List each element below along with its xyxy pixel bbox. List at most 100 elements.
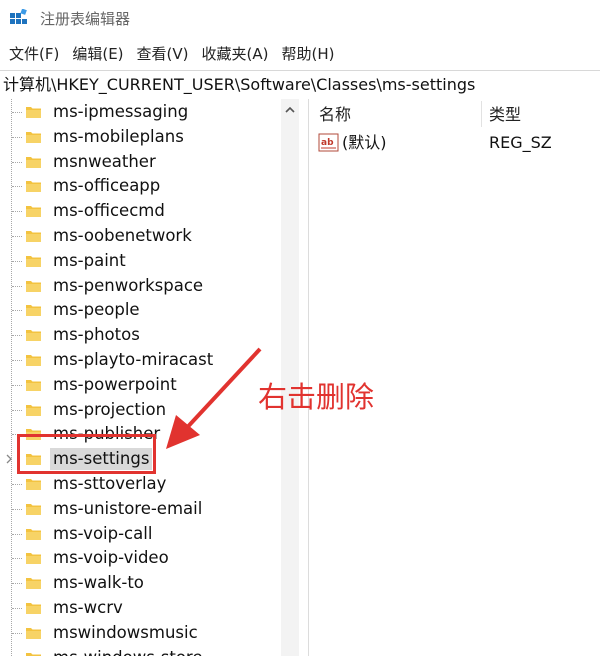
folder-icon — [26, 627, 41, 639]
folder-icon — [26, 379, 41, 391]
tree-item-label: ms-voip-call — [53, 523, 153, 543]
menu-bar: 文件(F) 编辑(E) 查看(V) 收藏夹(A) 帮助(H) — [0, 38, 600, 70]
tree-connector — [12, 112, 22, 113]
title-bar: 注册表编辑器 — [0, 0, 600, 38]
folder-icon — [26, 181, 41, 193]
tree-item[interactable]: ms-officeapp — [0, 174, 290, 199]
folder-icon — [26, 131, 41, 143]
tree-item-label: ms-mobileplans — [53, 126, 184, 146]
menu-view[interactable]: 查看(V) — [137, 43, 189, 65]
tree-item-label: ms-projection — [53, 399, 167, 419]
window-title: 注册表编辑器 — [40, 10, 131, 28]
folder-icon — [26, 107, 41, 118]
folder-icon — [26, 280, 41, 292]
string-value-icon[interactable]: ab — [318, 133, 340, 153]
tree-item-label: ms-ipmessaging — [53, 102, 189, 121]
column-header-name[interactable]: 名称 — [319, 104, 351, 126]
value-type: REG_SZ — [489, 133, 552, 152]
tree-connector — [12, 310, 22, 312]
tree-scrollbar[interactable] — [281, 99, 299, 656]
tree-connector — [12, 260, 22, 262]
tree-item-label: ms-wcrv — [53, 598, 123, 617]
annotation-arrow — [166, 347, 262, 449]
tree-item-label: ms-sttoverlay — [53, 474, 167, 493]
folder-icon — [26, 553, 41, 565]
folder-icon — [26, 479, 41, 490]
folder-icon — [26, 231, 41, 242]
folder-icon — [26, 355, 41, 366]
folder-icon — [26, 603, 41, 614]
registry-editor-icon — [10, 9, 27, 24]
tree-connector — [12, 186, 22, 188]
tree-connector — [12, 583, 22, 585]
tree-connector — [12, 335, 22, 337]
column-header-type[interactable]: 类型 — [489, 104, 521, 126]
tree-item-label: ms-people — [53, 300, 140, 320]
menu-favorites[interactable]: 收藏夹(A) — [202, 43, 269, 65]
tree-item-label: ms-paint — [53, 250, 126, 270]
folder-icon — [26, 255, 41, 267]
tree-connector — [12, 236, 22, 237]
menu-file[interactable]: 文件(F) — [9, 43, 59, 65]
tree-connector — [12, 136, 22, 138]
tree-item[interactable]: ms-mobileplans — [0, 125, 290, 150]
tree-item[interactable]: ms-unistore-email — [0, 497, 290, 522]
tree-item[interactable]: ms-windows-store — [0, 646, 290, 656]
tree-item[interactable]: ms-sttoverlay — [0, 472, 290, 497]
tree-item-label: ms-officeapp — [53, 176, 161, 196]
tree-item-label: ms-unistore-email — [53, 498, 203, 518]
tree-item[interactable]: ms-officecmd — [0, 199, 290, 224]
tree-connector — [12, 384, 22, 386]
tree-connector — [12, 508, 22, 510]
tree-item[interactable]: mswindowsmusic — [0, 621, 290, 646]
tree-item-label: mswindowsmusic — [53, 622, 198, 642]
tree-connector — [12, 484, 22, 485]
tree-item-label: msnweather — [53, 151, 156, 171]
tree-item-label: ms-windows-store — [50, 647, 206, 656]
tree-connector — [12, 632, 22, 634]
menu-help[interactable]: 帮助(H) — [281, 43, 334, 65]
column-divider[interactable] — [481, 101, 482, 127]
menu-edit[interactable]: 编辑(E) — [72, 43, 123, 65]
value-name[interactable]: (默认) — [342, 132, 387, 154]
expand-arrow-icon[interactable] — [4, 453, 14, 465]
tree-item[interactable]: ms-wcrv — [0, 596, 290, 621]
tree-item-label: ms-walk-to — [53, 573, 144, 593]
tree-item[interactable]: ms-penworkspace — [0, 274, 290, 299]
tree-item[interactable]: ms-ipmessaging — [0, 100, 290, 125]
tree-connector — [12, 211, 22, 213]
tree-item-label: ms-oobenetwork — [53, 226, 192, 245]
folder-icon — [26, 528, 41, 540]
svg-text:ab: ab — [321, 138, 334, 148]
folder-icon — [26, 652, 41, 656]
tree-item[interactable]: ms-voip-call — [0, 522, 290, 547]
tree-item[interactable]: ms-paint — [0, 249, 290, 274]
folder-icon — [26, 578, 41, 590]
tree-item[interactable]: ms-walk-to — [0, 571, 290, 596]
folder-icon — [26, 503, 41, 515]
tree-connector — [12, 409, 22, 411]
address-bar[interactable]: 计算机\HKEY_CURRENT_USER\Software\Classes\m… — [0, 70, 600, 100]
folder-icon — [26, 404, 41, 416]
folder-icon — [26, 156, 41, 168]
tree-connector — [12, 161, 22, 163]
folder-icon — [26, 330, 41, 342]
tree-connector — [12, 360, 22, 361]
tree-connector — [12, 608, 22, 609]
folder-icon — [26, 206, 41, 218]
tree-item[interactable]: ms-voip-video — [0, 546, 290, 571]
values-pane: 名称 类型 ab (默认) REG_SZ — [309, 99, 600, 656]
folder-icon — [26, 305, 41, 317]
address-path[interactable]: 计算机\HKEY_CURRENT_USER\Software\Classes\m… — [3, 74, 475, 96]
tree-item[interactable]: ms-people — [0, 298, 290, 323]
tree-item[interactable]: msnweather — [0, 150, 290, 175]
tree-connector — [12, 558, 22, 560]
tree-item-label: ms-penworkspace — [53, 275, 204, 295]
tree-item-label: ms-voip-video — [53, 548, 169, 568]
tree-item-label: ms-officecmd — [53, 201, 165, 221]
tree-connector — [12, 285, 22, 287]
annotation-text: 右击删除 — [258, 380, 375, 414]
tree-item-label: ms-photos — [53, 325, 140, 345]
scroll-up-icon[interactable] — [281, 101, 299, 119]
tree-item[interactable]: ms-oobenetwork — [0, 224, 290, 249]
